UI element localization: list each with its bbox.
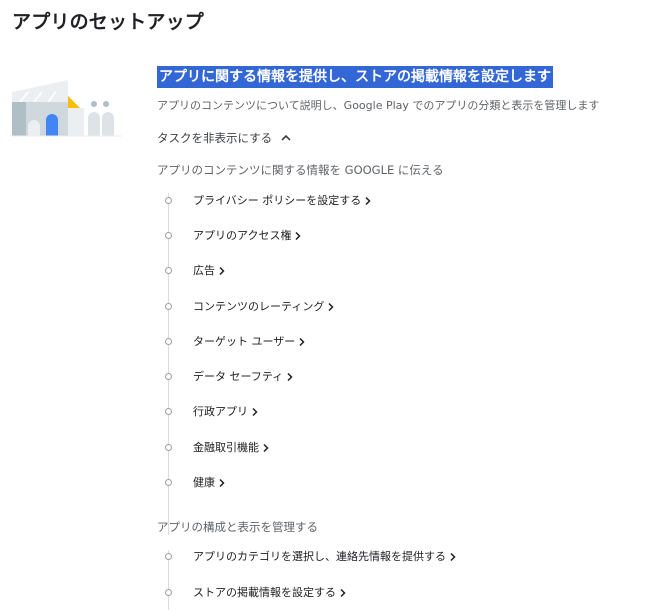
chevron-right-icon — [328, 302, 334, 311]
task-link-app-access[interactable]: アプリのアクセス権 — [193, 228, 302, 244]
chevron-right-icon — [340, 588, 346, 597]
task-link-government-apps[interactable]: 行政アプリ — [193, 404, 259, 420]
task-label: プライバシー ポリシーを設定する — [193, 193, 362, 207]
chevron-up-icon — [281, 134, 291, 141]
task-link-target-audience[interactable]: ターゲット ユーザー — [193, 334, 306, 350]
task-label: データ セーフティ — [193, 370, 284, 384]
task-link-app-category[interactable]: アプリのカテゴリを選択し、連絡先情報を提供する — [193, 549, 457, 565]
task-item: 金融取引機能 — [157, 430, 657, 465]
step-dot-icon — [165, 196, 172, 204]
task-list-content-info: プライバシー ポリシーを設定する アプリのアクセス権 広告 コンテンツのレーティ… — [157, 183, 657, 535]
chevron-right-icon — [219, 478, 225, 488]
task-label: ストアの掲載情報を設定する — [193, 585, 336, 599]
task-item: アプリのアクセス権 — [157, 218, 657, 253]
task-item: プライバシー ポリシーを設定する — [157, 183, 657, 218]
section-heading: アプリに関する情報を提供し、ストアの掲載情報を設定します — [157, 66, 553, 88]
step-dot-icon — [165, 267, 172, 275]
task-label: アプリのアクセス権 — [193, 228, 292, 242]
page-title: アプリのセットアップ — [12, 11, 205, 33]
step-dot-icon — [165, 373, 172, 381]
task-label: 健康 — [193, 476, 215, 490]
task-item: コンテンツのレーティング — [157, 289, 657, 324]
task-label: ターゲット ユーザー — [193, 334, 296, 348]
chevron-right-icon — [252, 408, 258, 417]
task-item: アプリのカテゴリを選択し、連絡先情報を提供する — [157, 540, 657, 575]
task-item: データ セーフティ — [157, 359, 657, 394]
chevron-right-icon — [365, 196, 371, 205]
section-description: アプリのコンテンツについて説明し、Google Play でのアプリの分類と表示… — [157, 99, 600, 112]
task-link-data-safety[interactable]: データ セーフティ — [193, 369, 294, 385]
task-item: 広告 — [157, 254, 657, 289]
hide-tasks-toggle[interactable]: タスクを非表示にする — [157, 130, 292, 146]
step-dot-icon — [165, 337, 172, 345]
chevron-right-icon — [450, 553, 456, 562]
app-setup-section: アプリに関する情報を提供し、ストアの掲載情報を設定します アプリのコンテンツにつ… — [157, 66, 657, 610]
group-title-manage-display: アプリの構成と表示を管理する — [157, 519, 318, 534]
step-dot-icon — [165, 479, 172, 487]
task-link-privacy-policy[interactable]: プライバシー ポリシーを設定する — [193, 193, 372, 209]
chevron-right-icon — [219, 267, 225, 276]
task-link-financial-features[interactable]: 金融取引機能 — [193, 440, 270, 456]
step-dot-icon — [165, 231, 172, 239]
step-dot-icon — [165, 302, 172, 310]
hide-tasks-label: タスクを非表示にする — [157, 131, 273, 145]
chevron-right-icon — [263, 443, 269, 452]
task-label: 金融取引機能 — [193, 440, 259, 454]
chevron-right-icon — [299, 337, 305, 346]
app-setup-illustration — [10, 80, 122, 137]
task-item: 健康 — [157, 465, 657, 500]
step-dot-icon — [165, 588, 172, 596]
task-link-ads[interactable]: 広告 — [193, 263, 226, 279]
task-item: 行政アプリ — [157, 395, 657, 430]
task-label: 行政アプリ — [193, 405, 248, 419]
task-label: アプリのカテゴリを選択し、連絡先情報を提供する — [193, 550, 446, 564]
step-dot-icon — [165, 553, 172, 561]
step-dot-icon — [165, 408, 172, 416]
task-label: 広告 — [193, 264, 215, 278]
task-item: ストアの掲載情報を設定する — [157, 575, 657, 610]
task-list-manage-display: アプリのカテゴリを選択し、連絡先情報を提供する ストアの掲載情報を設定する — [157, 540, 657, 611]
task-label: コンテンツのレーティング — [193, 299, 325, 313]
chevron-right-icon — [295, 231, 302, 240]
chevron-right-icon — [287, 373, 293, 382]
task-item: ターゲット ユーザー — [157, 324, 657, 359]
task-link-store-listing[interactable]: ストアの掲載情報を設定する — [193, 585, 347, 601]
task-link-health[interactable]: 健康 — [193, 475, 226, 491]
task-link-content-rating[interactable]: コンテンツのレーティング — [193, 299, 335, 315]
step-dot-icon — [165, 443, 172, 451]
group-title-content-info: アプリのコンテンツに関する情報を GOOGLE に伝える — [157, 163, 444, 177]
